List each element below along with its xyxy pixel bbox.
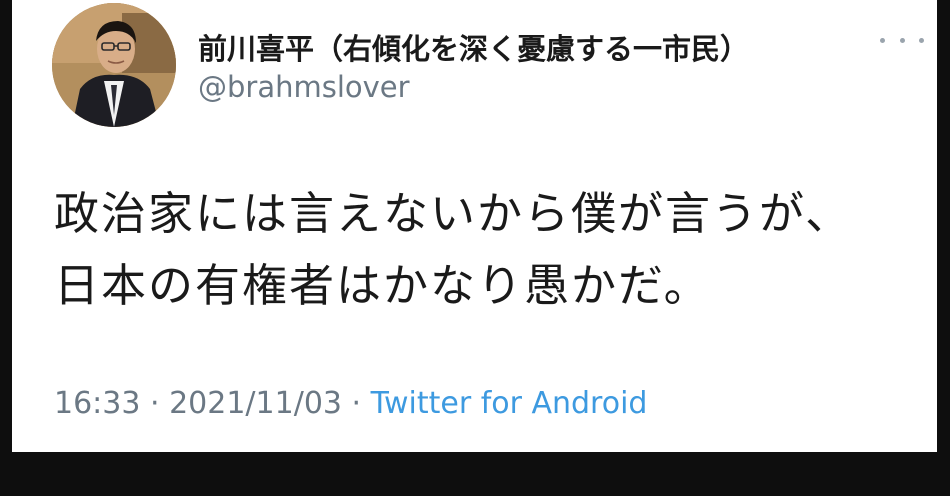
meta-separator: ·	[342, 386, 371, 421]
dot	[899, 37, 905, 43]
author-handle[interactable]: @brahmslover	[198, 70, 410, 104]
tweet-text-line: 政治家には言えないから僕が言うが、	[54, 187, 853, 240]
tweet-source-link[interactable]: Twitter for Android	[371, 386, 648, 421]
tweet-time[interactable]: 16:33	[54, 386, 140, 421]
author-avatar[interactable]	[52, 3, 176, 127]
user-avatar-photo-icon	[52, 3, 176, 127]
more-horizontal-icon[interactable]	[880, 28, 924, 52]
meta-separator: ·	[140, 386, 170, 421]
dot	[880, 37, 885, 43]
tweet-card: 前川喜平（右傾化を深く憂慮する一市民） @brahmslover 政治家には言え…	[12, 0, 937, 452]
tweet-text-line: 日本の有権者はかなり愚かだ。	[54, 259, 711, 312]
dot	[919, 37, 924, 43]
tweet-metadata: 16:33 · 2021/11/03 · Twitter for Android	[54, 386, 647, 421]
tweet-text: 政治家には言えないから僕が言うが、 日本の有権者はかなり愚かだ。	[54, 178, 924, 322]
screenshot-frame: 前川喜平（右傾化を深く憂慮する一市民） @brahmslover 政治家には言え…	[0, 0, 950, 496]
tweet-date[interactable]: 2021/11/03	[169, 386, 342, 421]
author-display-name[interactable]: 前川喜平（右傾化を深く憂慮する一市民）	[198, 26, 749, 68]
